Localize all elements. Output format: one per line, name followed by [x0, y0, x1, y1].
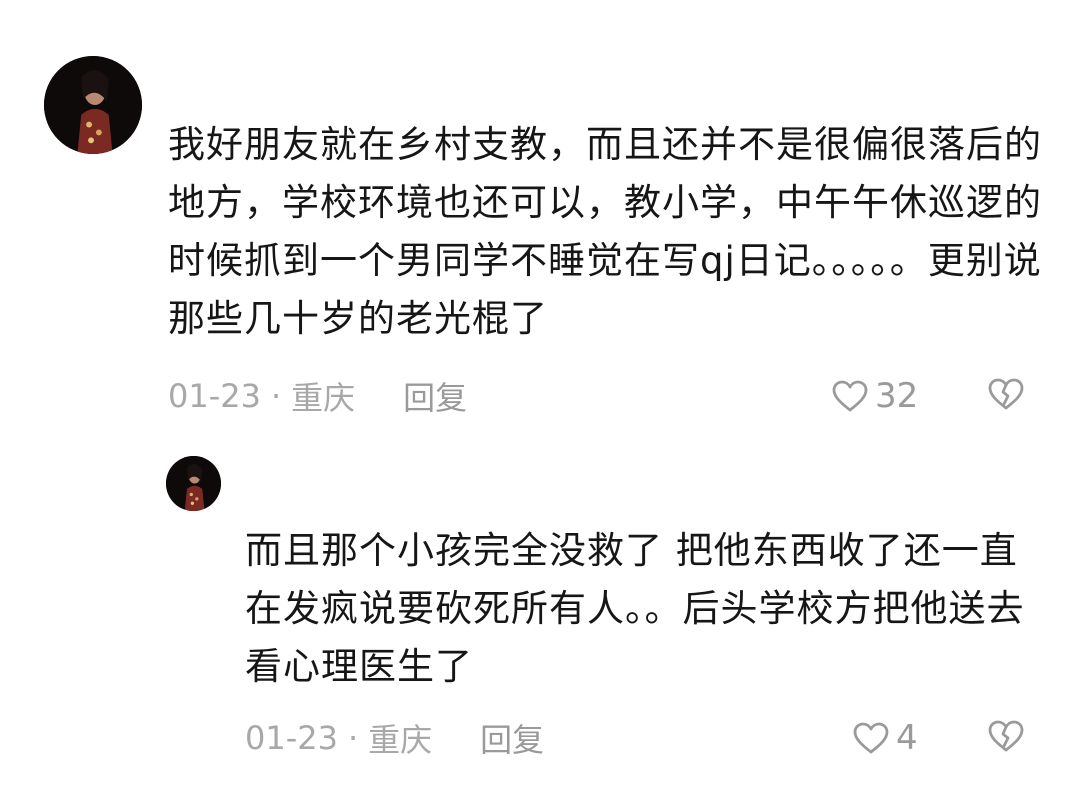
like-count: 4	[896, 718, 918, 758]
reply-button[interactable]: 回复	[403, 373, 467, 419]
broken-heart-icon	[988, 378, 1024, 410]
meta-separator: ·	[270, 377, 282, 415]
reply-comment: 而且那个小孩完全没救了 把他东西收了还一直在发疯说要砍死所有人。。后头学校方把他…	[0, 440, 1080, 799]
broken-heart-icon	[988, 720, 1024, 752]
avatar-image	[166, 456, 221, 511]
dislike-button[interactable]	[987, 719, 1025, 753]
comment-text: 我好朋友就在乡村支教，而且还并不是很偏很落后的地方，学校环境也还可以，教小学，中…	[168, 123, 1042, 340]
reply-button[interactable]: 回复	[480, 715, 544, 761]
comment-meta: 01-23 · 重庆 回复	[168, 374, 467, 418]
comment: 我好朋友就在乡村支教，而且还并不是很偏很落后的地方，学校环境也还可以，教小学，中…	[0, 0, 1080, 440]
avatar[interactable]	[44, 56, 142, 154]
comment-date: 01-23	[245, 719, 338, 757]
heart-outline-icon	[853, 722, 889, 754]
meta-separator: ·	[347, 719, 359, 757]
comment-location: 重庆	[291, 379, 356, 417]
avatar-image	[44, 56, 142, 154]
comment-text: 而且那个小孩完全没救了 把他东西收了还一直在发疯说要砍死所有人。。后头学校方把他…	[245, 529, 1025, 688]
like-button[interactable]: 32	[831, 374, 918, 418]
avatar[interactable]	[166, 456, 221, 511]
comment-location: 重庆	[368, 721, 433, 759]
comment-date: 01-23	[168, 377, 261, 415]
heart-outline-icon	[832, 380, 868, 412]
dislike-button[interactable]	[987, 377, 1025, 411]
comment-meta: 01-23 · 重庆 回复	[245, 716, 544, 760]
like-count: 32	[875, 376, 919, 416]
like-button[interactable]: 4	[852, 716, 918, 760]
